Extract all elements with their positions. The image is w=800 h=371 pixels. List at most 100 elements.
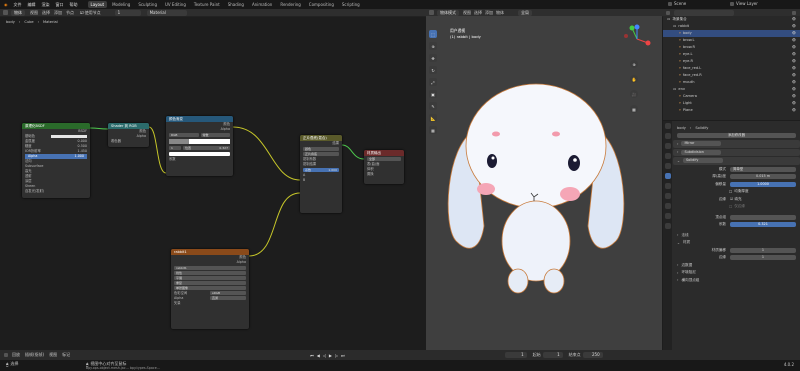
visibility-eye-icon[interactable]: 👁 <box>792 16 796 23</box>
jump-start-icon[interactable]: ⏮ <box>310 353 314 358</box>
outliner-row[interactable]: ▿ brow.R 👁 <box>663 44 800 51</box>
material-props-icon[interactable] <box>664 223 671 229</box>
alpha-value[interactable]: 直通 <box>210 296 246 300</box>
node-mix-multiply[interactable]: 正片叠底(混合) 结果 颜色 正片叠底 钳制系数 钳制结果 系数 1.000 A … <box>300 135 342 213</box>
menu-view[interactable]: 视图 <box>49 352 57 358</box>
tab-shading[interactable]: Shading <box>225 1 247 8</box>
section-materials[interactable]: ⌄ 材质 <box>673 239 800 247</box>
outliner-row[interactable]: ▿ face_red.R 👁 <box>663 72 800 79</box>
outliner-row[interactable]: ▿ body 👁 <box>663 30 800 37</box>
play-icon[interactable]: ▶ <box>329 353 332 358</box>
modifier-props-icon[interactable] <box>664 173 671 179</box>
expand-icon[interactable]: › <box>677 142 678 146</box>
editor-type-icon[interactable] <box>3 10 8 15</box>
select-tool-icon[interactable]: ⬚ <box>429 30 437 38</box>
expand-icon[interactable]: ⌄ <box>677 241 680 245</box>
mode-selector[interactable]: 物体 <box>11 9 25 16</box>
outliner-row[interactable]: ▿ Camera 👁 <box>663 93 800 100</box>
modifier-label[interactable]: Solidify <box>683 158 724 164</box>
section-rim-vgroups[interactable]: › 横向顶点组 <box>673 277 800 285</box>
outliner-row[interactable]: ▿ Light 👁 <box>663 100 800 107</box>
outliner-type-icon[interactable] <box>666 10 670 15</box>
outliner-row[interactable]: ▿ face_red.L 👁 <box>663 65 800 72</box>
filter-icon[interactable] <box>792 10 796 15</box>
node-color-ramp[interactable]: 颜色渐变 颜色 Alpha RGB 常数 1 位置 0.327 系数 <box>166 116 233 176</box>
tab-sculpting[interactable]: Sculpting <box>135 1 160 8</box>
next-key-icon[interactable]: ▷ <box>335 353 338 358</box>
menu-add[interactable]: 添加 <box>485 10 493 16</box>
current-frame-field[interactable]: 1 <box>504 352 527 358</box>
editor-type-icon[interactable] <box>4 353 8 357</box>
scene-props-icon[interactable] <box>664 153 671 159</box>
slot-selector[interactable]: 1 <box>114 9 141 16</box>
add-modifier-button[interactable]: 添加修改器 <box>677 132 796 138</box>
ramp-stop-index[interactable]: 1 <box>169 146 181 150</box>
tab-rendering[interactable]: Rendering <box>277 1 303 8</box>
thickness-field[interactable]: 0.015 m <box>730 174 796 180</box>
menu-window[interactable]: 窗口 <box>56 2 64 8</box>
mode-selector[interactable]: 简单型 <box>730 166 796 172</box>
expand-icon[interactable]: › <box>677 278 678 282</box>
menu-marker[interactable]: 标记 <box>62 352 70 358</box>
ramp-interpolation[interactable]: 常数 <box>200 133 230 137</box>
modifier-mirror[interactable]: › Mirror <box>673 140 800 148</box>
particles-props-icon[interactable] <box>664 183 671 189</box>
object-props-icon[interactable] <box>664 163 671 169</box>
ramp-stop-color[interactable] <box>169 152 230 156</box>
mix-type-selector[interactable]: 颜色 <box>303 147 339 151</box>
section-shell-vgroups[interactable]: › 环境阻尼 <box>673 269 800 277</box>
end-frame-field[interactable]: 250 <box>582 352 603 358</box>
visibility-eye-icon[interactable]: 👁 <box>792 100 796 107</box>
scene-selector[interactable]: Scene <box>668 1 686 6</box>
visibility-eye-icon[interactable]: 👁 <box>792 44 796 51</box>
tab-texture-paint[interactable]: Texture Paint <box>191 1 223 8</box>
rabbit-model[interactable] <box>436 56 636 316</box>
outliner-row[interactable]: ▿ eye.R 👁 <box>663 58 800 65</box>
navigation-gizmo[interactable] <box>622 24 652 54</box>
menu-select[interactable]: 选择 <box>42 10 50 16</box>
base-color-swatch[interactable] <box>51 135 87 138</box>
rim-offset-field[interactable]: 1 <box>730 255 796 261</box>
rim-fill-option[interactable]: ☑ 填充 <box>730 197 796 202</box>
menu-edit[interactable]: 编辑 <box>28 2 36 8</box>
menu-select[interactable]: 选择 <box>474 10 482 16</box>
tab-modeling[interactable]: Modeling <box>109 1 133 8</box>
image-projection[interactable]: 平展 <box>174 276 246 280</box>
menu-help[interactable]: 帮助 <box>70 2 78 8</box>
outliner-row[interactable]: ▿ eye.L 👁 <box>663 51 800 58</box>
view-layer-selector[interactable]: View Layer <box>730 1 758 6</box>
image-file-selector[interactable]: rabbit1 <box>174 266 246 270</box>
tool-props-icon[interactable] <box>664 123 671 129</box>
jump-end-icon[interactable]: ⏭ <box>341 353 345 358</box>
image-extension[interactable]: 重复 <box>174 281 246 285</box>
menu-view[interactable]: 视图 <box>463 10 471 16</box>
clamp-result-row[interactable]: 钳制结果 <box>300 162 342 167</box>
even-thickness-checkbox[interactable]: ☐ <box>729 190 732 194</box>
modifier-label[interactable]: Subdivision <box>681 149 722 155</box>
rim-only-checkbox[interactable]: ☐ <box>729 205 732 209</box>
menu-view[interactable]: 视图 <box>30 10 38 16</box>
modifier-label[interactable]: Mirror <box>681 141 722 147</box>
physics-props-icon[interactable] <box>664 193 671 199</box>
visibility-eye-icon[interactable]: 👁 <box>792 23 796 30</box>
orientation-selector[interactable]: 全局 <box>518 9 532 16</box>
ramp-position-field[interactable]: 位置 0.327 <box>183 146 230 150</box>
menu-keying[interactable]: 插帧(抠帧) <box>25 352 44 358</box>
visibility-eye-icon[interactable]: 👁 <box>792 51 796 58</box>
material-selector[interactable]: Material <box>146 9 187 16</box>
play-reverse-icon[interactable]: ◁ <box>323 353 326 358</box>
outliner-row[interactable]: ▿ mouth 👁 <box>663 79 800 86</box>
visibility-eye-icon[interactable]: 👁 <box>792 37 796 44</box>
tab-animation[interactable]: Animation <box>249 1 275 8</box>
node-principled-bsdf[interactable]: 原理化BSDF BSDF 基础色 金属度 0.000 糙度 0.500 IOR折射率… <box>22 123 90 198</box>
tab-uv-editing[interactable]: UV Editing <box>162 1 189 8</box>
section-normals[interactable]: › 法线 <box>673 232 800 240</box>
mix-factor-field[interactable]: 系数 1.000 <box>303 168 339 172</box>
prev-key-icon[interactable]: ◀ <box>317 353 320 358</box>
modifier-solidify[interactable]: ⌄ Solidify <box>673 157 800 165</box>
visibility-eye-icon[interactable]: 👁 <box>792 65 796 72</box>
outliner-row[interactable]: ▭ env 👁 <box>663 86 800 93</box>
tab-compositing[interactable]: Compositing <box>306 1 337 8</box>
colorspace-value[interactable]: sRGB <box>210 291 246 295</box>
expand-icon[interactable]: › <box>677 271 678 275</box>
